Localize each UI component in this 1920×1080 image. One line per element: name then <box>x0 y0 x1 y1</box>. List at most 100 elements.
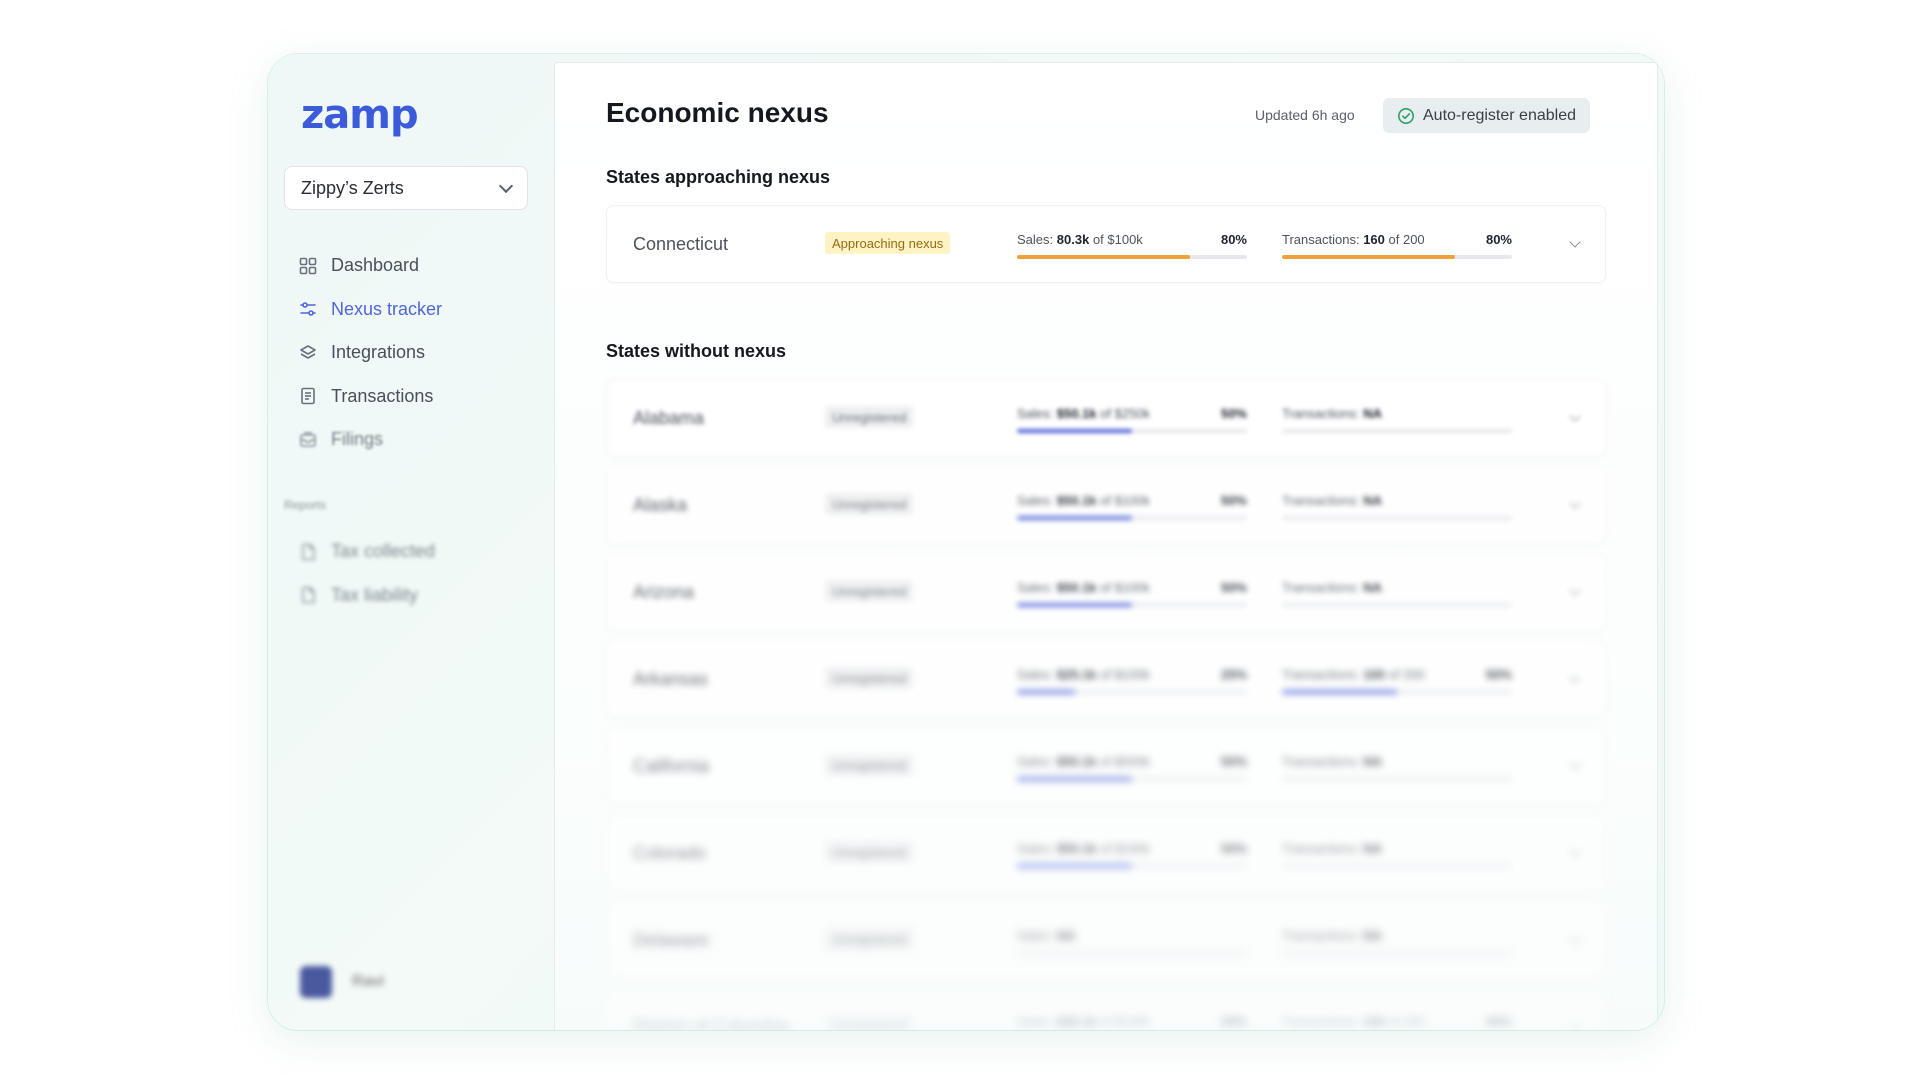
status-badge: Unregistered <box>825 928 914 950</box>
state-row[interactable]: Colorado Unregistered Sales: $50.1k of $… <box>606 814 1606 892</box>
transactions-label: Transactions: <box>1282 493 1360 508</box>
state-name: Alaska <box>633 495 688 515</box>
file-icon <box>298 542 318 562</box>
sales-progress-fill <box>1017 255 1190 259</box>
state-row[interactable]: District of Columbia Unregistered Sales:… <box>606 988 1606 1030</box>
sales-threshold: of $100k <box>1092 232 1143 247</box>
nav-item-nexus-tracker[interactable]: Nexus tracker <box>298 288 442 332</box>
sales-percent: 50% <box>1220 493 1247 508</box>
chevron-down-icon[interactable] <box>1569 410 1581 422</box>
sales-metric: Sales: $25.1k of $100k 25% <box>1017 1015 1247 1030</box>
transactions-progress-track <box>1282 255 1512 259</box>
sales-progress-fill <box>1017 429 1132 433</box>
transactions-progress-track <box>1282 864 1512 868</box>
transactions-progress-track <box>1282 951 1512 955</box>
transactions-value: NA <box>1363 493 1382 508</box>
transactions-label: Transactions: <box>1282 754 1360 769</box>
state-name: Connecticut <box>633 234 729 254</box>
sales-progress-fill <box>1017 516 1132 520</box>
transactions-value: NA <box>1363 754 1382 769</box>
sales-metric: Sales: $50.1k of $100k 50% <box>1017 493 1247 520</box>
chevron-down-icon[interactable] <box>1569 584 1581 596</box>
transactions-progress-track <box>1282 429 1512 433</box>
sales-threshold: of $100k <box>1100 841 1151 856</box>
sales-percent: 50% <box>1220 580 1247 595</box>
transactions-threshold: of 200 <box>1388 1015 1425 1030</box>
sales-value: $50.1k <box>1056 493 1097 508</box>
inbox-icon <box>298 430 318 450</box>
main-content: Economic nexus Updated 6h ago Auto-regis… <box>554 62 1658 1030</box>
sales-label: Sales: <box>1017 667 1054 682</box>
state-row[interactable]: California Unregistered Sales: $50.1k of… <box>606 727 1606 805</box>
chevron-down-icon <box>498 178 514 193</box>
sales-percent: 50% <box>1220 406 1247 421</box>
sales-metric: Sales: $50.1k of $500k 50% <box>1017 754 1247 781</box>
auto-register-label: Auto-register enabled <box>1423 106 1576 124</box>
transactions-label: Transactions: <box>1282 928 1360 943</box>
transactions-value: 160 <box>1363 232 1385 247</box>
nav-item-transactions[interactable]: Transactions <box>298 375 442 419</box>
transactions-progress-track <box>1282 690 1512 694</box>
sales-percent: 50% <box>1220 841 1247 856</box>
transactions-percent: 80% <box>1485 232 1512 247</box>
section-title-approaching: States approaching nexus <box>606 167 831 187</box>
sales-metric: Sales: NA <box>1017 928 1247 955</box>
state-row[interactable]: Alaska Unregistered Sales: $50.1k of $10… <box>606 466 1606 544</box>
user-menu[interactable]: Ravi <box>300 966 384 998</box>
nav-label: Nexus tracker <box>331 298 443 319</box>
chevron-down-icon[interactable] <box>1569 758 1581 770</box>
chevron-down-icon[interactable] <box>1569 845 1581 857</box>
chevron-down-icon[interactable] <box>1569 932 1581 944</box>
sales-value: $50.1k <box>1056 841 1097 856</box>
nav-item-dashboard[interactable]: Dashboard <box>298 244 442 288</box>
state-row[interactable]: Alabama Unregistered Sales: $50.1k of $2… <box>606 379 1606 457</box>
status-badge: Approaching nexus <box>825 232 951 254</box>
status-badge: Unregistered <box>825 406 914 428</box>
nav-item-filings[interactable]: Filings <box>298 418 442 462</box>
transactions-metric: Transactions: 100 of 200 50% <box>1282 1015 1512 1030</box>
nav-item-integrations[interactable]: Integrations <box>298 331 442 375</box>
sales-percent: 25% <box>1220 1015 1247 1030</box>
check-circle-icon <box>1398 107 1414 124</box>
auto-register-badge[interactable]: Auto-register enabled <box>1383 98 1590 133</box>
sales-value: $50.1k <box>1056 406 1097 421</box>
sales-threshold: of $100k <box>1100 580 1151 595</box>
sales-label: Sales: <box>1017 1015 1054 1030</box>
reports-nav: Tax collected Tax liability <box>298 530 435 617</box>
transactions-value: NA <box>1363 406 1382 421</box>
sales-metric: Sales: $25.1k of $100k 25% <box>1017 667 1247 694</box>
company-selector[interactable]: Zippy’s Zerts <box>284 166 528 210</box>
transactions-metric: Transactions: NA <box>1282 493 1512 520</box>
sales-progress-track <box>1017 690 1247 694</box>
sales-label: Sales: <box>1017 232 1054 247</box>
sales-progress-fill <box>1017 864 1132 868</box>
nav-item-tax-liability[interactable]: Tax liability <box>298 574 435 618</box>
transactions-metric: Transactions: 100 of 200 50% <box>1282 667 1512 694</box>
status-badge: Unregistered <box>825 754 914 776</box>
chevron-down-icon[interactable] <box>1569 671 1581 683</box>
zamp-logo[interactable]: zamp <box>301 92 419 138</box>
transactions-threshold: of 200 <box>1388 667 1425 682</box>
main-nav: Dashboard Nexus tracker Integrations Tra… <box>298 244 442 462</box>
state-row[interactable]: Delaware Unregistered Sales: NA Transact… <box>606 901 1606 979</box>
sales-label: Sales: <box>1017 928 1054 943</box>
transactions-progress-track <box>1282 603 1512 607</box>
sales-percent: 80% <box>1220 232 1247 247</box>
sales-percent: 50% <box>1220 754 1247 769</box>
nav-label: Tax collected <box>331 541 436 562</box>
chevron-down-icon[interactable] <box>1569 236 1581 248</box>
nav-item-tax-collected[interactable]: Tax collected <box>298 530 435 574</box>
sales-threshold: of $100k <box>1100 493 1151 508</box>
status-badge: Unregistered <box>825 667 914 689</box>
state-row[interactable]: Connecticut Approaching nexus Sales: 80.… <box>606 205 1606 283</box>
sidebar: zamp Zippy’s Zerts Dashboard Nexus track… <box>268 54 554 1030</box>
page-title: Economic nexus <box>606 97 829 128</box>
sales-progress-track <box>1017 603 1247 607</box>
chevron-down-icon[interactable] <box>1569 497 1581 509</box>
state-row[interactable]: Arkansas Unregistered Sales: $25.1k of $… <box>606 640 1606 718</box>
state-name: California <box>633 756 710 776</box>
state-row[interactable]: Arizona Unregistered Sales: $50.1k of $1… <box>606 553 1606 631</box>
chevron-down-icon[interactable] <box>1569 1019 1581 1030</box>
user-name: Ravi <box>352 973 385 990</box>
state-name: Colorado <box>633 843 707 863</box>
